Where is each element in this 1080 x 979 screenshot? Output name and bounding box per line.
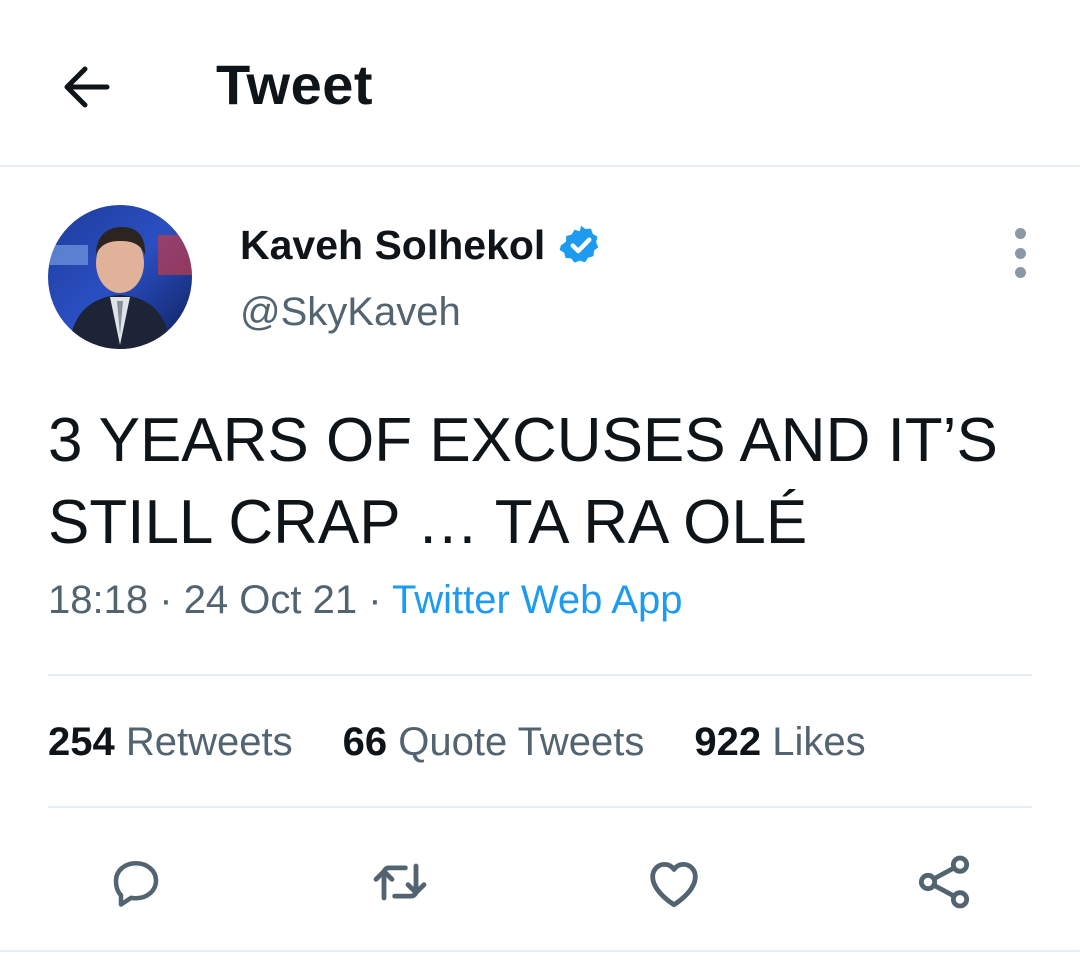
divider [0,950,1080,952]
like-button[interactable] [642,850,706,914]
tweet-date[interactable]: 24 Oct 21 [184,578,357,622]
reply-icon [113,861,159,907]
share-icon [918,855,970,909]
arrow-left-icon [64,66,110,108]
top-bar: Tweet [0,0,1080,167]
reply-button[interactable] [104,850,168,914]
avatar[interactable] [48,205,192,349]
likes-count: 922 [694,720,762,764]
retweets-label: Retweets [125,720,293,764]
retweets-count: 254 [48,720,115,764]
tweet-text-line-1: 3 YEARS OF EXCUSES AND IT’S [48,406,998,475]
divider [48,674,1032,676]
back-button[interactable] [50,52,120,122]
tweet-stats: 254 Retweets 66 Quote Tweets 922 Likes [48,716,916,768]
retweet-icon [373,863,427,901]
likes-label: Likes [772,720,866,764]
verified-badge-icon [559,225,599,263]
meta-separator: · [368,578,382,622]
tweet-source-link[interactable]: Twitter Web App [392,578,683,622]
more-options-button[interactable] [1000,228,1040,278]
author-name-text: Kaveh Solhekol [240,222,546,268]
tweet-text-line-2: STILL CRAP … TA RA OLÉ [48,488,808,557]
tweet-time[interactable]: 18:18 [48,578,148,622]
quote-tweets-stat[interactable]: 66 Quote Tweets [343,716,645,768]
author-handle[interactable]: @SkyKaveh [240,288,461,336]
quote-tweets-count: 66 [342,720,388,764]
tweet-meta: 18:18 · 24 Oct 21 · Twitter Web App [48,575,682,625]
tweet-text: 3 YEARS OF EXCUSES AND IT’S STILL CRAP …… [48,400,1038,564]
avatar-image [48,205,192,349]
share-button[interactable] [912,850,976,914]
retweet-button[interactable] [368,850,432,914]
page-title: Tweet [216,53,374,116]
divider [48,806,1032,808]
quote-tweets-label: Quote Tweets [398,720,645,764]
more-dots-icon [1014,228,1026,239]
heart-icon [650,862,698,908]
likes-stat[interactable]: 922 Likes [694,716,865,768]
author-name[interactable]: Kaveh Solhekol [240,220,603,270]
retweets-stat[interactable]: 254 Retweets [48,716,293,768]
meta-separator: · [159,578,173,622]
